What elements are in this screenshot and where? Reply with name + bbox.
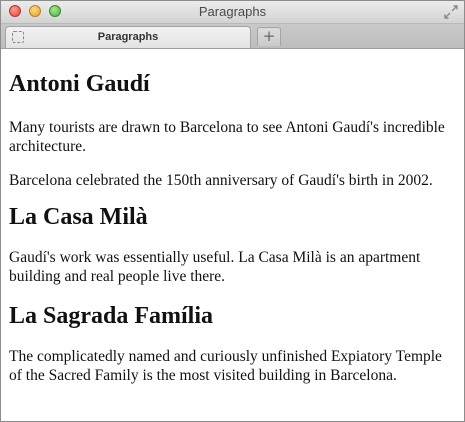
paragraph-anniversary: Barcelona celebrated the 150th anniversa… [9,172,433,189]
page-content: Antoni Gaudí Many tourists are drawn to … [1,49,464,385]
title-bar[interactable]: Paragraphs [1,1,464,24]
paragraph-casa-mila: Gaudí's work was essentially useful. La … [9,249,421,285]
heading-antoni-gaudi: Antoni Gaudí [9,71,150,97]
tab-paragraphs[interactable]: Paragraphs [5,26,251,48]
new-tab-button[interactable]: + [257,27,281,46]
paragraph-sagrada-familia: The complicatedly named and curiously un… [9,348,442,384]
tab-label: Paragraphs [97,31,159,43]
fullscreen-icon[interactable] [444,5,458,19]
paragraph-tourists: Many tourists are drawn to Barcelona to … [9,119,445,155]
heading-sagrada-familia: La Sagrada Família [9,303,214,329]
browser-window: Paragraphs Paragraphs + Antoni Gaudí Man… [0,0,465,422]
tab-bar: Paragraphs + [1,24,464,49]
heading-casa-mila: La Casa Milà [9,204,148,230]
window-title: Paragraphs [198,4,267,19]
